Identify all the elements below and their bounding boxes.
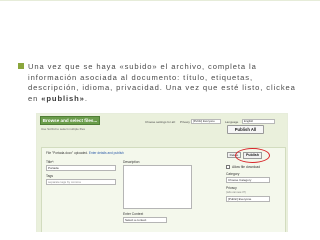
slide-top-edge [0,0,320,1]
tags-label: Tags [46,174,53,178]
privacy-label: Privacy [180,120,190,124]
upload-status-text: File "Portada.docx" uploaded. [46,151,88,155]
privacy-field-select[interactable]: [Public] Everyone [226,196,270,202]
context-label: Enter Context [123,212,144,216]
slide-bottom-band [0,232,320,240]
privacy-hint: (who can see it?) [226,191,246,194]
allow-download-label: Allow file download [232,165,261,169]
upload-help-text: Use Scribd to select multiple files [41,127,86,131]
language-label: Language [225,120,239,124]
document-details-panel: File "Portada.docx" uploaded. Enter deta… [41,147,286,233]
browse-files-button[interactable]: Browse and select files... [40,116,100,125]
privacy-field-label: Privacy [226,186,237,190]
embedded-upload-screenshot: Browse and select files... Use Scribd to… [36,113,288,234]
description-label: Description [123,160,140,164]
description-textarea[interactable] [123,165,192,209]
language-select[interactable]: English [242,119,275,124]
category-select[interactable]: Choose Category [226,177,270,183]
bullet-text-end: . [84,93,88,103]
bullet-text-emphasis: «publish» [41,93,85,103]
square-bullet-icon [18,63,24,69]
bullet-paragraph: Una vez que se haya «subido» el archivo,… [18,62,304,104]
privacy-select[interactable]: [Public] Everyone [191,119,221,124]
upload-status: File "Portada.docx" uploaded. Enter deta… [46,151,124,155]
settings-row: Choose settings for all: Privacy [Public… [145,119,287,126]
publish-all-button[interactable]: Publish All [227,125,264,134]
slide: Una vez que se haya «subido» el archivo,… [0,0,320,240]
allow-download-checkbox[interactable] [226,165,230,169]
bullet-text: Una vez que se haya «subido» el archivo,… [28,62,304,104]
tags-input[interactable]: separate tags by comma [46,179,116,185]
category-label: Category [226,172,240,176]
context-select[interactable]: Select a context [123,217,167,223]
settings-label: Choose settings for all: [145,120,176,124]
title-input[interactable]: Portada [46,165,116,171]
enter-details-link[interactable]: Enter details and publish [89,151,124,155]
title-label: Title*: [46,160,55,164]
highlight-oval [235,148,270,163]
